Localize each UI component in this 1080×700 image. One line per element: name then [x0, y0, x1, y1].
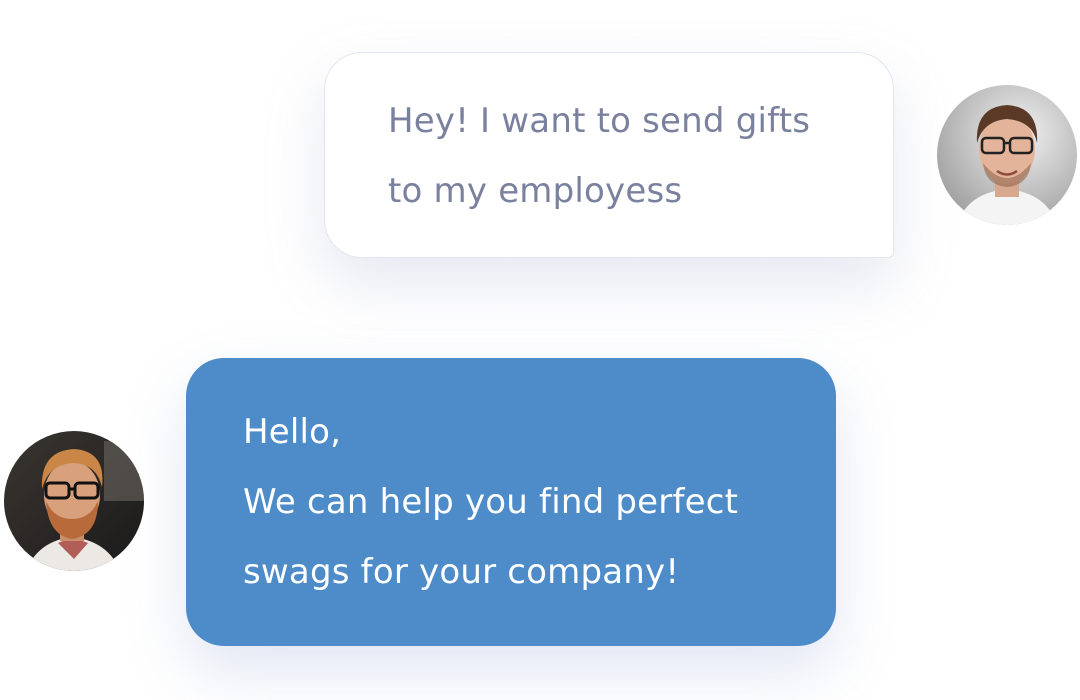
message-text-line: swags for your company! [243, 552, 680, 592]
agent-avatar-icon [4, 431, 144, 571]
message-text-line: to my employess [388, 171, 683, 211]
message-text-line: Hey! I want to send gifts [388, 101, 811, 141]
agent-message-bubble: Hello, We can help you find perfect swag… [186, 358, 836, 646]
message-text-line: Hello, [243, 412, 342, 452]
user-message-bubble: Hey! I want to send gifts to my employes… [324, 52, 894, 258]
chat-conversation: Hey! I want to send gifts to my employes… [0, 0, 1080, 700]
customer-avatar-icon [937, 85, 1077, 225]
message-text-line: We can help you find perfect [243, 482, 739, 522]
